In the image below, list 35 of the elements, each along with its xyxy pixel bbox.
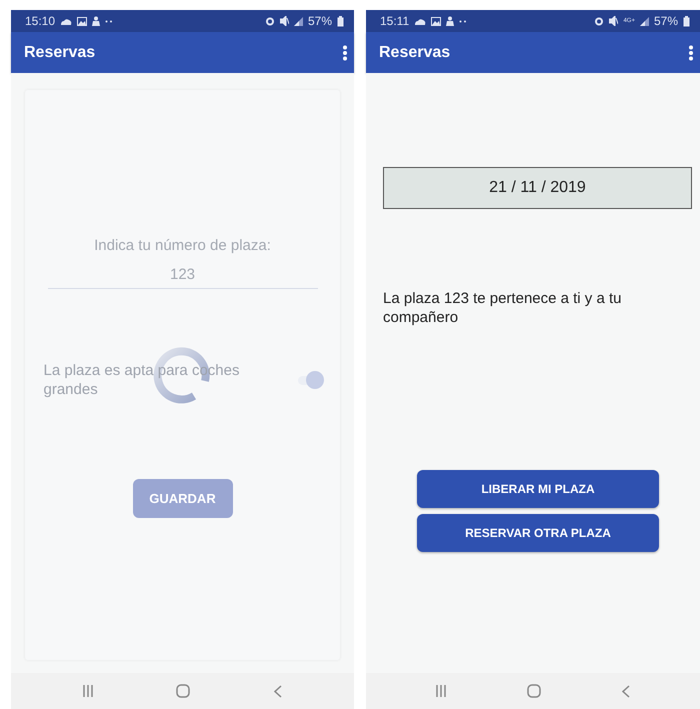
app-title: Reservas (379, 44, 452, 62)
field-label: Indica tu número de plaza: (94, 237, 271, 254)
date-field[interactable]: 21 / 11 / 2019 (383, 167, 692, 209)
person-icon (446, 16, 454, 26)
action-button[interactable]: LIBERAR MI PLAZA (417, 470, 659, 508)
alarm-icon (594, 16, 604, 26)
image-icon (77, 16, 88, 26)
cloud-icon (60, 18, 72, 24)
battery-icon (683, 16, 690, 26)
action-button[interactable]: RESERVAR OTRA PLAZA (417, 514, 659, 552)
app-title: Reservas (24, 44, 96, 62)
signal-icon (294, 16, 303, 26)
status-time: 15:11 (380, 14, 410, 28)
message-text: La plaza 123 te pertenece a ti y a tu compañero (383, 289, 622, 327)
recent-apps-icon[interactable] (82, 685, 93, 697)
battery-percentage: 57% (654, 14, 678, 28)
back-icon[interactable] (274, 684, 282, 698)
cloud-icon (414, 18, 426, 24)
more-dots-icon (459, 20, 468, 22)
mute-icon (280, 16, 289, 26)
alarm-icon (264, 16, 275, 26)
more-dots-icon (105, 20, 114, 22)
home-icon[interactable] (526, 684, 541, 698)
home-icon[interactable] (176, 684, 190, 698)
mute-icon (609, 16, 618, 26)
signal-icon (640, 16, 649, 26)
back-icon[interactable] (622, 684, 630, 698)
more-options-icon[interactable] (688, 44, 694, 60)
battery-icon (337, 16, 344, 26)
image-icon (431, 16, 442, 26)
status-time: 15:10 (25, 14, 56, 28)
person-icon (92, 16, 100, 26)
battery-percentage: 57% (308, 14, 332, 28)
more-options-icon[interactable] (342, 44, 348, 60)
recent-apps-icon[interactable] (436, 685, 446, 697)
